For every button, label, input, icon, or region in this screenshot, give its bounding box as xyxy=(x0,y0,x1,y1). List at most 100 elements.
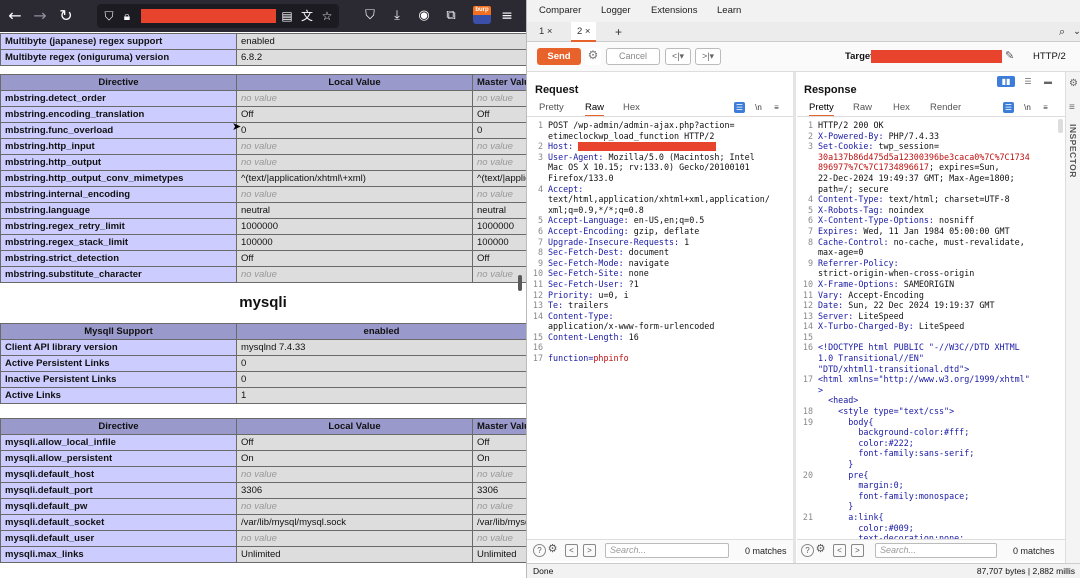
url-bar[interactable]: ⛉ 🔒︎ ▤ 文 ☆ xyxy=(97,4,339,28)
response-editor[interactable]: 1 HTTP/2 200 OK 2 X-Powered-By: PHP/7.4.33 3… xyxy=(797,116,1065,539)
http-version-label[interactable]: HTTP/2 xyxy=(1033,51,1066,62)
phpinfo-page[interactable]: Multibyte (japanese) regex support enable… xyxy=(0,32,526,578)
code-line: 13 Te: trailers xyxy=(529,300,793,311)
header-key: Te: xyxy=(548,300,564,311)
line-text: Accept-Language: en-US,en;q=0.5 xyxy=(548,215,704,226)
gear-icon[interactable]: ⚙ xyxy=(1069,78,1078,89)
status-bar: Done 87,707 bytes | 2,882 millis xyxy=(527,563,1080,578)
response-tab-render[interactable]: Render xyxy=(930,102,961,113)
response-scrollbar[interactable] xyxy=(1058,119,1063,133)
gear-icon[interactable]: ⚙ xyxy=(814,544,827,557)
burp-extension-icon[interactable]: burp xyxy=(473,6,491,24)
line-number: 11 xyxy=(532,278,543,289)
line-content: "DTD/xhtml1-transitional.dtd"> xyxy=(818,363,970,374)
next-match-button[interactable]: > xyxy=(851,544,864,557)
layout-side-by-side-icon[interactable]: ▮▮ xyxy=(997,76,1015,87)
inspector-sidebar[interactable]: ⚙ ≡ INSPECTOR xyxy=(1065,72,1080,563)
download-icon[interactable]: ⤓ xyxy=(386,5,408,27)
tab-2[interactable]: 2 × xyxy=(571,22,597,42)
directive-name: mbstring.http_output_conv_mimetypes xyxy=(0,170,237,187)
layout-tabs-icon[interactable]: ▬ xyxy=(1039,76,1057,87)
code-line: Mac OS X 10.15; rv:133.0) Gecko/20100101 xyxy=(529,162,793,173)
forward-icon[interactable]: → xyxy=(29,5,51,27)
code-line: 4 Content-Type: text/html; charset=UTF-8 xyxy=(799,194,1065,205)
directive-value: Unlimited xyxy=(236,546,473,563)
request-tab-pretty[interactable]: Pretty xyxy=(539,102,564,113)
next-match-button[interactable]: > xyxy=(583,544,596,557)
back-history-button[interactable]: <|▾ xyxy=(665,48,691,65)
line-content: twp_session= xyxy=(873,141,940,152)
line-text: Te: trailers xyxy=(548,300,609,311)
response-tab-raw[interactable]: Raw xyxy=(853,102,872,113)
panel-divider[interactable] xyxy=(793,72,796,563)
shield-icon[interactable]: ⛉ xyxy=(101,7,117,25)
back-icon[interactable]: ← xyxy=(4,5,26,27)
reload-icon[interactable]: ↻ xyxy=(55,5,77,27)
request-search-input[interactable]: Search... xyxy=(605,543,729,558)
response-tab-hex[interactable]: Hex xyxy=(893,102,910,113)
extensions-icon[interactable]: ⧉ xyxy=(440,5,462,27)
cancel-button[interactable]: Cancel xyxy=(606,48,660,65)
line-content: max-age=0 xyxy=(818,247,864,258)
page-scrollbar[interactable] xyxy=(518,275,522,291)
line-text: > xyxy=(818,385,823,396)
line-content: PHP/7.4.33 xyxy=(883,130,940,141)
chevron-down-icon[interactable]: ⌄ xyxy=(1067,22,1080,42)
add-tab-button[interactable]: + xyxy=(609,22,628,42)
line-content: 896977%7C%7C1734896617 xyxy=(818,162,929,173)
response-search-input[interactable]: Search... xyxy=(875,543,997,558)
send-button[interactable]: Send xyxy=(537,48,581,65)
response-menu-icon[interactable]: ≡ xyxy=(1040,102,1051,113)
target-host-redaction[interactable] xyxy=(871,50,1002,63)
menu-comparer[interactable]: Comparer xyxy=(539,5,581,16)
code-line: 16 <!DOCTYPE html PUBLIC "-//W3C//DTD XHT… xyxy=(799,342,1065,353)
reader-icon[interactable]: ▤ xyxy=(279,7,295,25)
menu-learn[interactable]: Learn xyxy=(717,5,741,16)
code-line: 7 Upgrade-Insecure-Requests: 1 xyxy=(529,237,793,248)
line-number: 18 xyxy=(802,406,813,417)
newline-toggle[interactable]: \n xyxy=(1022,102,1033,113)
menu-logger[interactable]: Logger xyxy=(601,5,631,16)
bookmark-star-icon[interactable]: ☆ xyxy=(319,7,335,25)
burp-suite-window: Comparer Logger Extensions Learn 1 × 2 ×… xyxy=(526,0,1080,578)
layout-stacked-icon[interactable]: ☰ xyxy=(1019,76,1037,87)
account-icon[interactable]: ◉ xyxy=(413,5,435,27)
edit-target-icon[interactable]: ✎ xyxy=(1005,49,1014,62)
response-tab-pretty[interactable]: Pretty xyxy=(809,102,834,117)
line-content: font-family:monospace; xyxy=(818,490,970,501)
tab-1[interactable]: 1 × xyxy=(533,22,558,42)
menu-icon[interactable]: ≡ xyxy=(496,5,518,27)
directive-name: mysqli.default_port xyxy=(0,482,237,499)
request-tab-raw[interactable]: Raw xyxy=(585,102,605,117)
gear-icon[interactable]: ⚙ xyxy=(546,544,559,557)
line-number: 10 xyxy=(802,278,813,289)
column-header: MysqlI Support xyxy=(0,323,237,340)
line-text: font-family:sans-serif; xyxy=(818,448,974,459)
help-icon[interactable]: ? xyxy=(533,544,546,557)
pocket-icon[interactable]: ⛉ xyxy=(359,5,381,27)
line-number: 21 xyxy=(802,511,813,522)
header-key: Server: xyxy=(818,310,854,321)
gear-icon[interactable]: ⚙ xyxy=(585,48,601,65)
list-icon[interactable]: ≡ xyxy=(1069,102,1075,113)
previous-match-button[interactable]: < xyxy=(565,544,578,557)
table-row: Client API library version mysqlnd 7.4.33 xyxy=(0,339,526,356)
repeater-toolbar: Send ⚙ Cancel <|▾ >|▾ Target: ✎ HTTP/2 xyxy=(527,42,1080,72)
translate-icon[interactable]: 文 xyxy=(299,7,315,25)
help-icon[interactable]: ? xyxy=(801,544,814,557)
code-line: 14 X-Turbo-Charged-By: LiteSpeed xyxy=(799,321,1065,332)
message-actions-icon[interactable]: ☰ xyxy=(1003,102,1014,113)
newline-toggle[interactable]: \n xyxy=(753,102,764,113)
request-editor[interactable]: 1 POST /wp-admin/admin-ajax.php?action= et… xyxy=(527,116,793,539)
previous-match-button[interactable]: < xyxy=(833,544,846,557)
forward-history-button[interactable]: >|▾ xyxy=(695,48,721,65)
line-text: Cache-Control: no-cache, must-revalidate… xyxy=(818,237,1025,248)
lock-icon[interactable]: 🔒︎ xyxy=(119,7,135,25)
line-content: none xyxy=(623,268,649,279)
message-actions-icon[interactable]: ☰ xyxy=(734,102,745,113)
code-line: 9 Sec-Fetch-Mode: navigate xyxy=(529,258,793,269)
line-text: text/html,application/xhtml+xml,applicat… xyxy=(548,194,770,205)
menu-extensions[interactable]: Extensions xyxy=(651,5,697,16)
request-menu-icon[interactable]: ≡ xyxy=(771,102,782,113)
request-tab-hex[interactable]: Hex xyxy=(623,102,640,113)
